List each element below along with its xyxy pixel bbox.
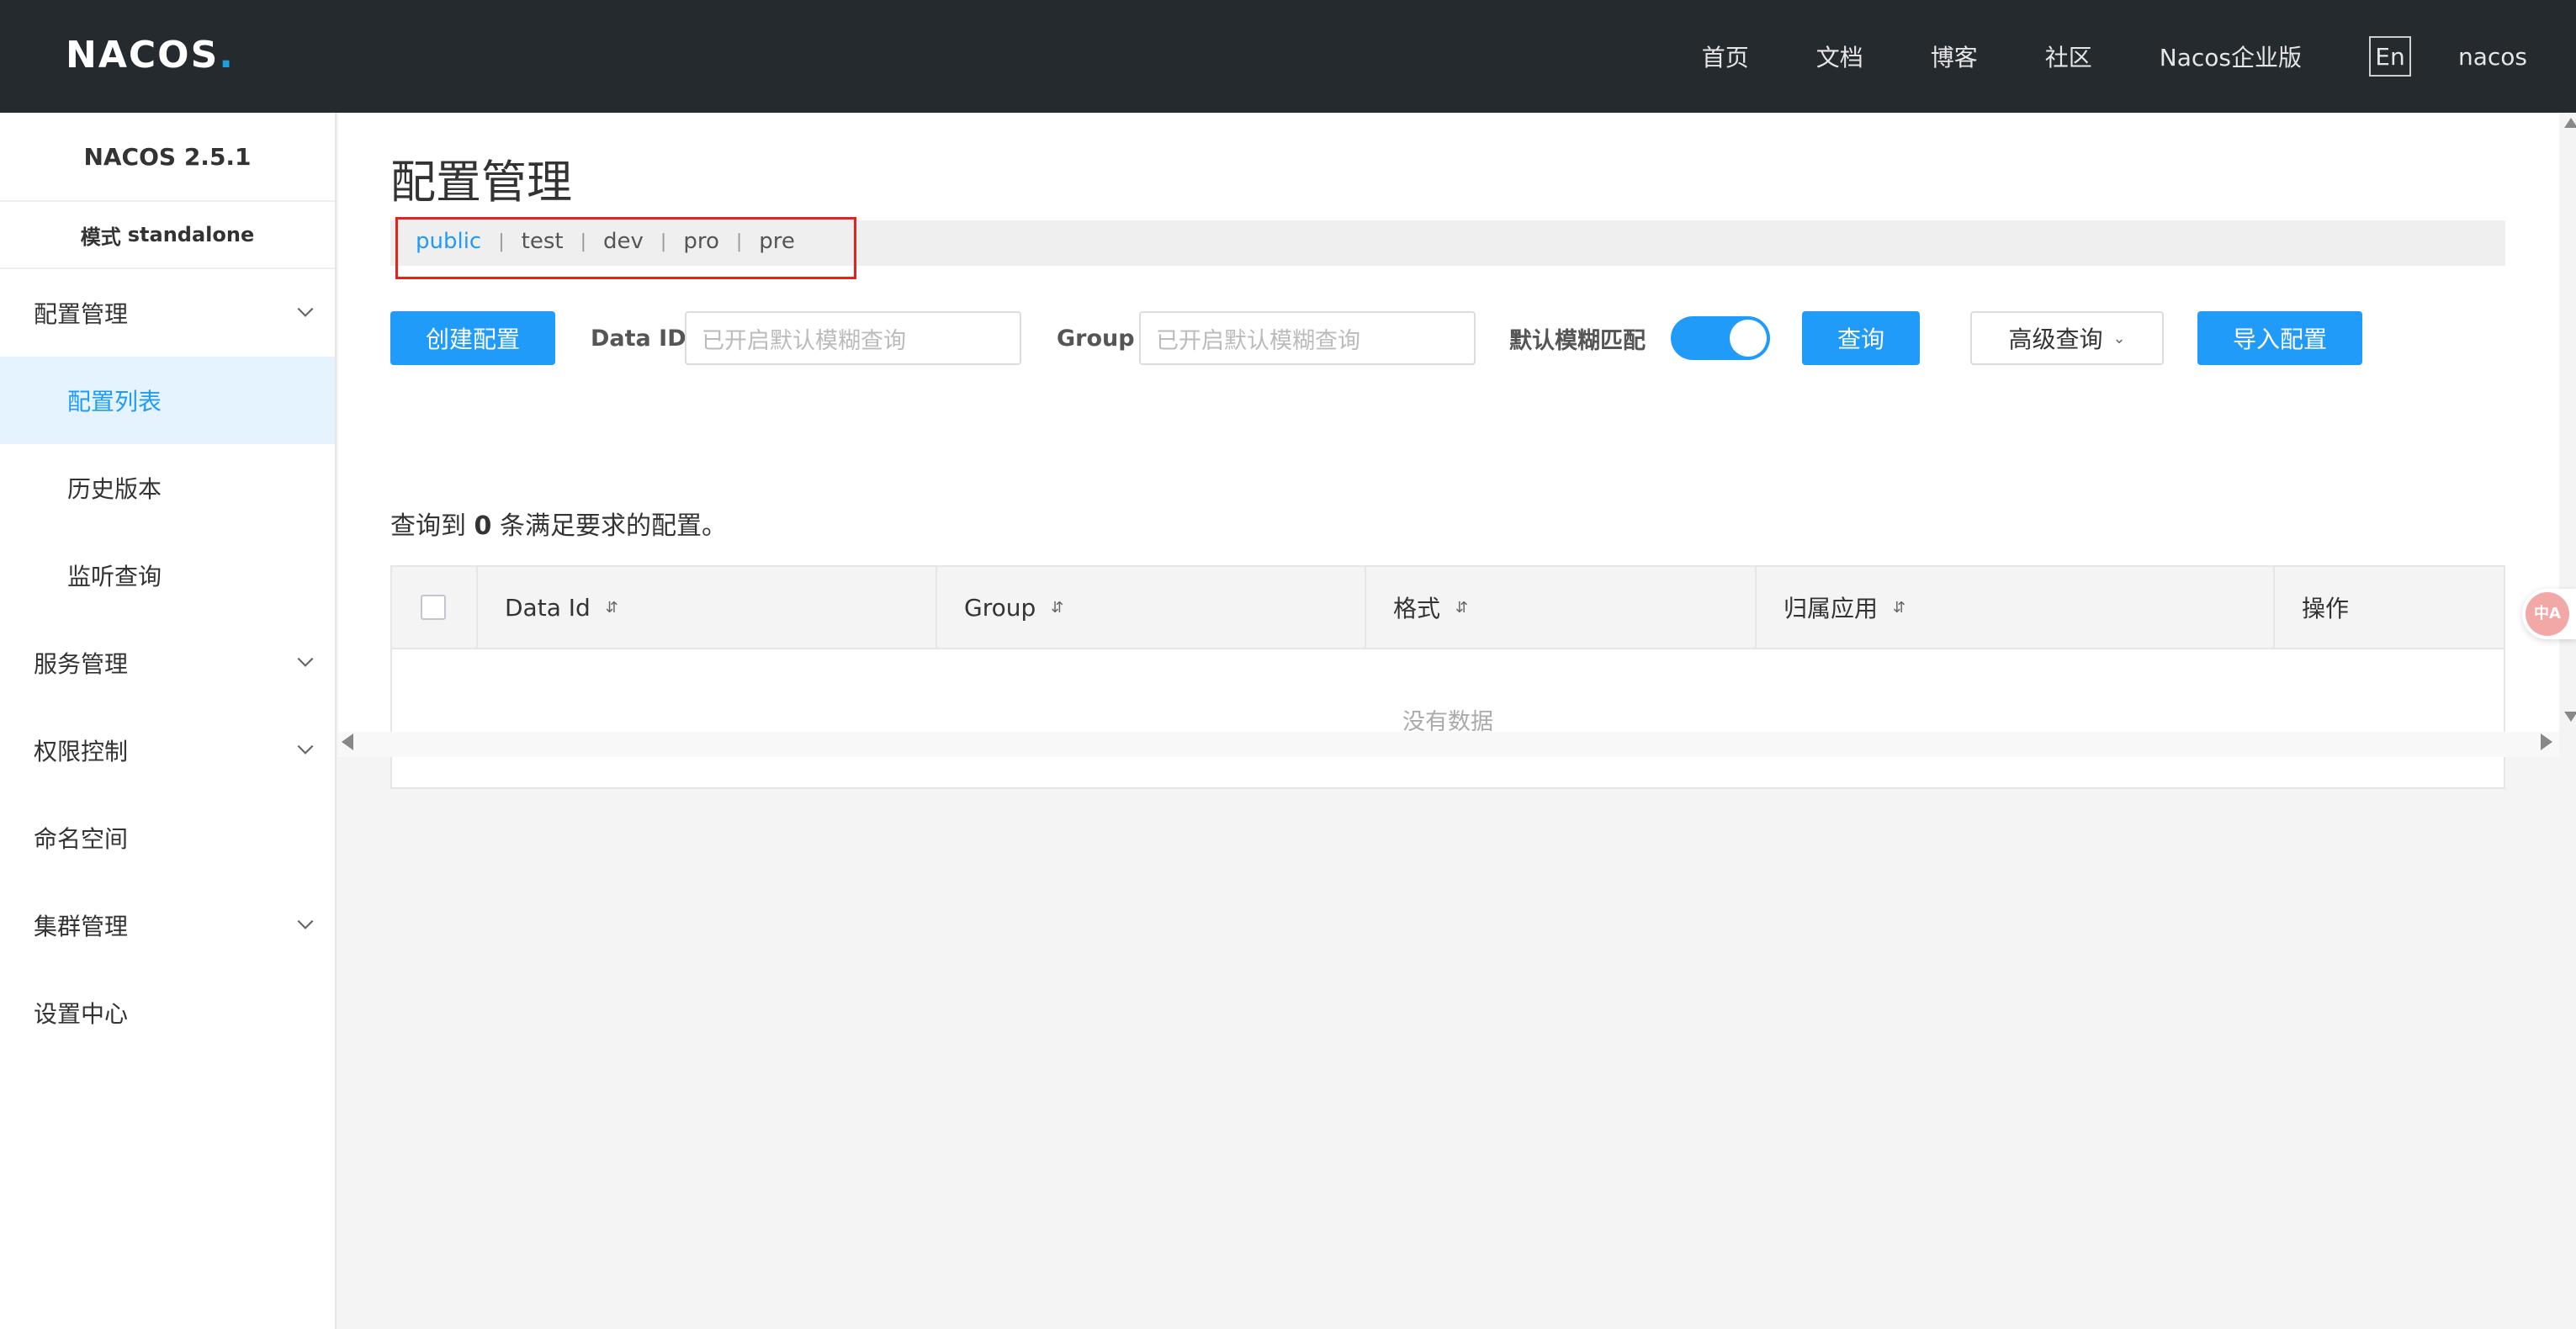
chevron-down-icon bbox=[297, 919, 314, 929]
sidebar-item-listener-query[interactable]: 监听查询 bbox=[0, 532, 335, 619]
mode-label: 模式 standalone bbox=[0, 202, 335, 269]
top-navbar: NACOS. 首页 文档 博客 社区 Nacos企业版 En nacos bbox=[0, 0, 2576, 113]
sort-icon[interactable]: ⇵ bbox=[1455, 599, 1468, 617]
column-header-group[interactable]: Group ⇵ bbox=[937, 567, 1366, 648]
namespace-separator: | bbox=[660, 230, 667, 252]
group-label: Group bbox=[1057, 325, 1135, 352]
column-label: 格式 bbox=[1393, 595, 1441, 622]
group-input[interactable]: 已开启默认模糊查询 bbox=[1139, 311, 1476, 365]
namespace-test[interactable]: test bbox=[522, 229, 564, 254]
toggle-knob bbox=[1730, 320, 1767, 357]
namespace-separator: | bbox=[735, 230, 743, 252]
sidebar-item-label: 配置管理 bbox=[34, 300, 129, 328]
column-label: 归属应用 bbox=[1784, 595, 1879, 622]
fuzzy-match-label: 默认模糊匹配 bbox=[1509, 327, 1646, 354]
namespace-public[interactable]: public bbox=[416, 229, 481, 254]
sidebar-item-config-list[interactable]: 配置列表 bbox=[0, 357, 335, 444]
fuzzy-match-toggle[interactable] bbox=[1671, 316, 1770, 360]
nav-blog[interactable]: 博客 bbox=[1931, 40, 1978, 73]
data-id-input[interactable]: 已开启默认模糊查询 bbox=[685, 311, 1021, 365]
result-suffix: 条满足要求的配置。 bbox=[499, 511, 727, 541]
advanced-query-button[interactable]: 高级查询 ⌄ bbox=[1970, 311, 2164, 365]
empty-state-text: 没有数据 bbox=[1402, 708, 1493, 735]
sidebar-item-label: 历史版本 bbox=[67, 475, 162, 503]
result-summary: 查询到 0 条满足要求的配置。 bbox=[390, 505, 727, 542]
sidebar-item-label: 设置中心 bbox=[34, 1000, 129, 1028]
nacos-logo[interactable]: NACOS. bbox=[66, 33, 235, 77]
sidebar-item-label: 监听查询 bbox=[67, 563, 162, 590]
result-prefix: 查询到 bbox=[390, 511, 466, 541]
sidebar-item-label: 命名空间 bbox=[34, 825, 129, 853]
user-menu[interactable]: nacos bbox=[2458, 43, 2527, 71]
sidebar-item-settings[interactable]: 设置中心 bbox=[0, 969, 335, 1056]
column-label: Group bbox=[964, 593, 1036, 622]
namespace-list: public | test | dev | pro | pre bbox=[416, 229, 795, 254]
nav-community[interactable]: 社区 bbox=[2045, 40, 2092, 73]
logo-text: NACOS bbox=[66, 33, 220, 77]
column-header-data-id[interactable]: Data Id ⇵ bbox=[478, 567, 937, 648]
select-all-cell bbox=[392, 567, 478, 648]
sidebar-item-service-management[interactable]: 服务管理 bbox=[0, 619, 335, 707]
namespace-pre[interactable]: pre bbox=[759, 229, 795, 254]
search-toolbar: 创建配置 Data ID 已开启默认模糊查询 Group 已开启默认模糊查询 默… bbox=[390, 311, 2576, 367]
sidebar-item-label: 配置列表 bbox=[67, 388, 162, 416]
result-count: 0 bbox=[474, 511, 492, 541]
select-all-checkbox[interactable] bbox=[421, 595, 446, 620]
data-id-label: Data ID bbox=[591, 325, 686, 352]
chevron-down-icon bbox=[297, 657, 314, 667]
sort-icon[interactable]: ⇵ bbox=[606, 599, 618, 617]
nav-home[interactable]: 首页 bbox=[1702, 40, 1749, 73]
table-header: Data Id ⇵ Group ⇵ 格式 ⇵ 归属应用 ⇵ 操作 bbox=[392, 567, 2504, 649]
sidebar-item-config-management[interactable]: 配置管理 bbox=[0, 269, 335, 357]
version-label: NACOS 2.5.1 bbox=[0, 113, 335, 202]
column-header-actions: 操作 bbox=[2275, 567, 2504, 648]
advanced-query-label: 高级查询 bbox=[2008, 326, 2103, 353]
mode-value: standalone bbox=[127, 223, 255, 246]
column-label: Data Id bbox=[505, 593, 591, 622]
create-config-button[interactable]: 创建配置 bbox=[390, 311, 555, 365]
column-label: 操作 bbox=[2302, 595, 2350, 622]
chevron-down-icon bbox=[297, 744, 314, 755]
logo-dot: . bbox=[219, 33, 235, 77]
top-nav: 首页 文档 博客 社区 Nacos企业版 En nacos bbox=[1635, 0, 2527, 113]
sidebar-item-label: 服务管理 bbox=[34, 650, 129, 678]
sort-icon[interactable]: ⇵ bbox=[1051, 599, 1063, 617]
chevron-down-icon: ⌄ bbox=[2112, 329, 2126, 347]
translate-icon: 中A bbox=[2526, 592, 2569, 636]
nav-docs[interactable]: 文档 bbox=[1816, 40, 1863, 73]
sidebar-item-access-control[interactable]: 权限控制 bbox=[0, 707, 335, 794]
horizontal-scrollbar[interactable] bbox=[338, 732, 2559, 757]
sidebar: NACOS 2.5.1 模式 standalone 配置管理 配置列表 历史版本… bbox=[0, 113, 337, 1329]
namespace-pro[interactable]: pro bbox=[683, 229, 719, 254]
translate-widget[interactable]: 中A bbox=[2522, 589, 2576, 639]
scroll-up-icon[interactable] bbox=[2564, 118, 2576, 128]
scroll-left-icon[interactable] bbox=[342, 733, 353, 750]
scroll-right-icon[interactable] bbox=[2541, 733, 2552, 750]
mode-label-text: 模式 bbox=[80, 225, 121, 249]
namespace-separator: | bbox=[498, 230, 505, 252]
scroll-down-icon[interactable] bbox=[2564, 712, 2576, 722]
query-button[interactable]: 查询 bbox=[1802, 311, 1920, 365]
sidebar-item-history[interactable]: 历史版本 bbox=[0, 444, 335, 532]
sidebar-item-cluster-management[interactable]: 集群管理 bbox=[0, 882, 335, 969]
namespace-separator: | bbox=[580, 230, 587, 252]
sidebar-item-namespace[interactable]: 命名空间 bbox=[0, 794, 335, 882]
namespace-dev[interactable]: dev bbox=[603, 229, 644, 254]
sort-icon[interactable]: ⇵ bbox=[1893, 599, 1905, 617]
page-title: 配置管理 bbox=[390, 156, 572, 209]
nav-enterprise[interactable]: Nacos企业版 bbox=[2160, 40, 2302, 73]
column-header-format[interactable]: 格式 ⇵ bbox=[1366, 567, 1757, 648]
import-config-button[interactable]: 导入配置 bbox=[2197, 311, 2362, 365]
sidebar-item-label: 集群管理 bbox=[34, 913, 129, 940]
chevron-down-icon bbox=[297, 307, 314, 317]
language-switch-button[interactable]: En bbox=[2368, 36, 2411, 77]
column-header-app[interactable]: 归属应用 ⇵ bbox=[1757, 567, 2275, 648]
sidebar-item-label: 权限控制 bbox=[34, 738, 129, 765]
main-content: 配置管理 public | test | dev | pro | pre 创建配… bbox=[338, 113, 2559, 789]
